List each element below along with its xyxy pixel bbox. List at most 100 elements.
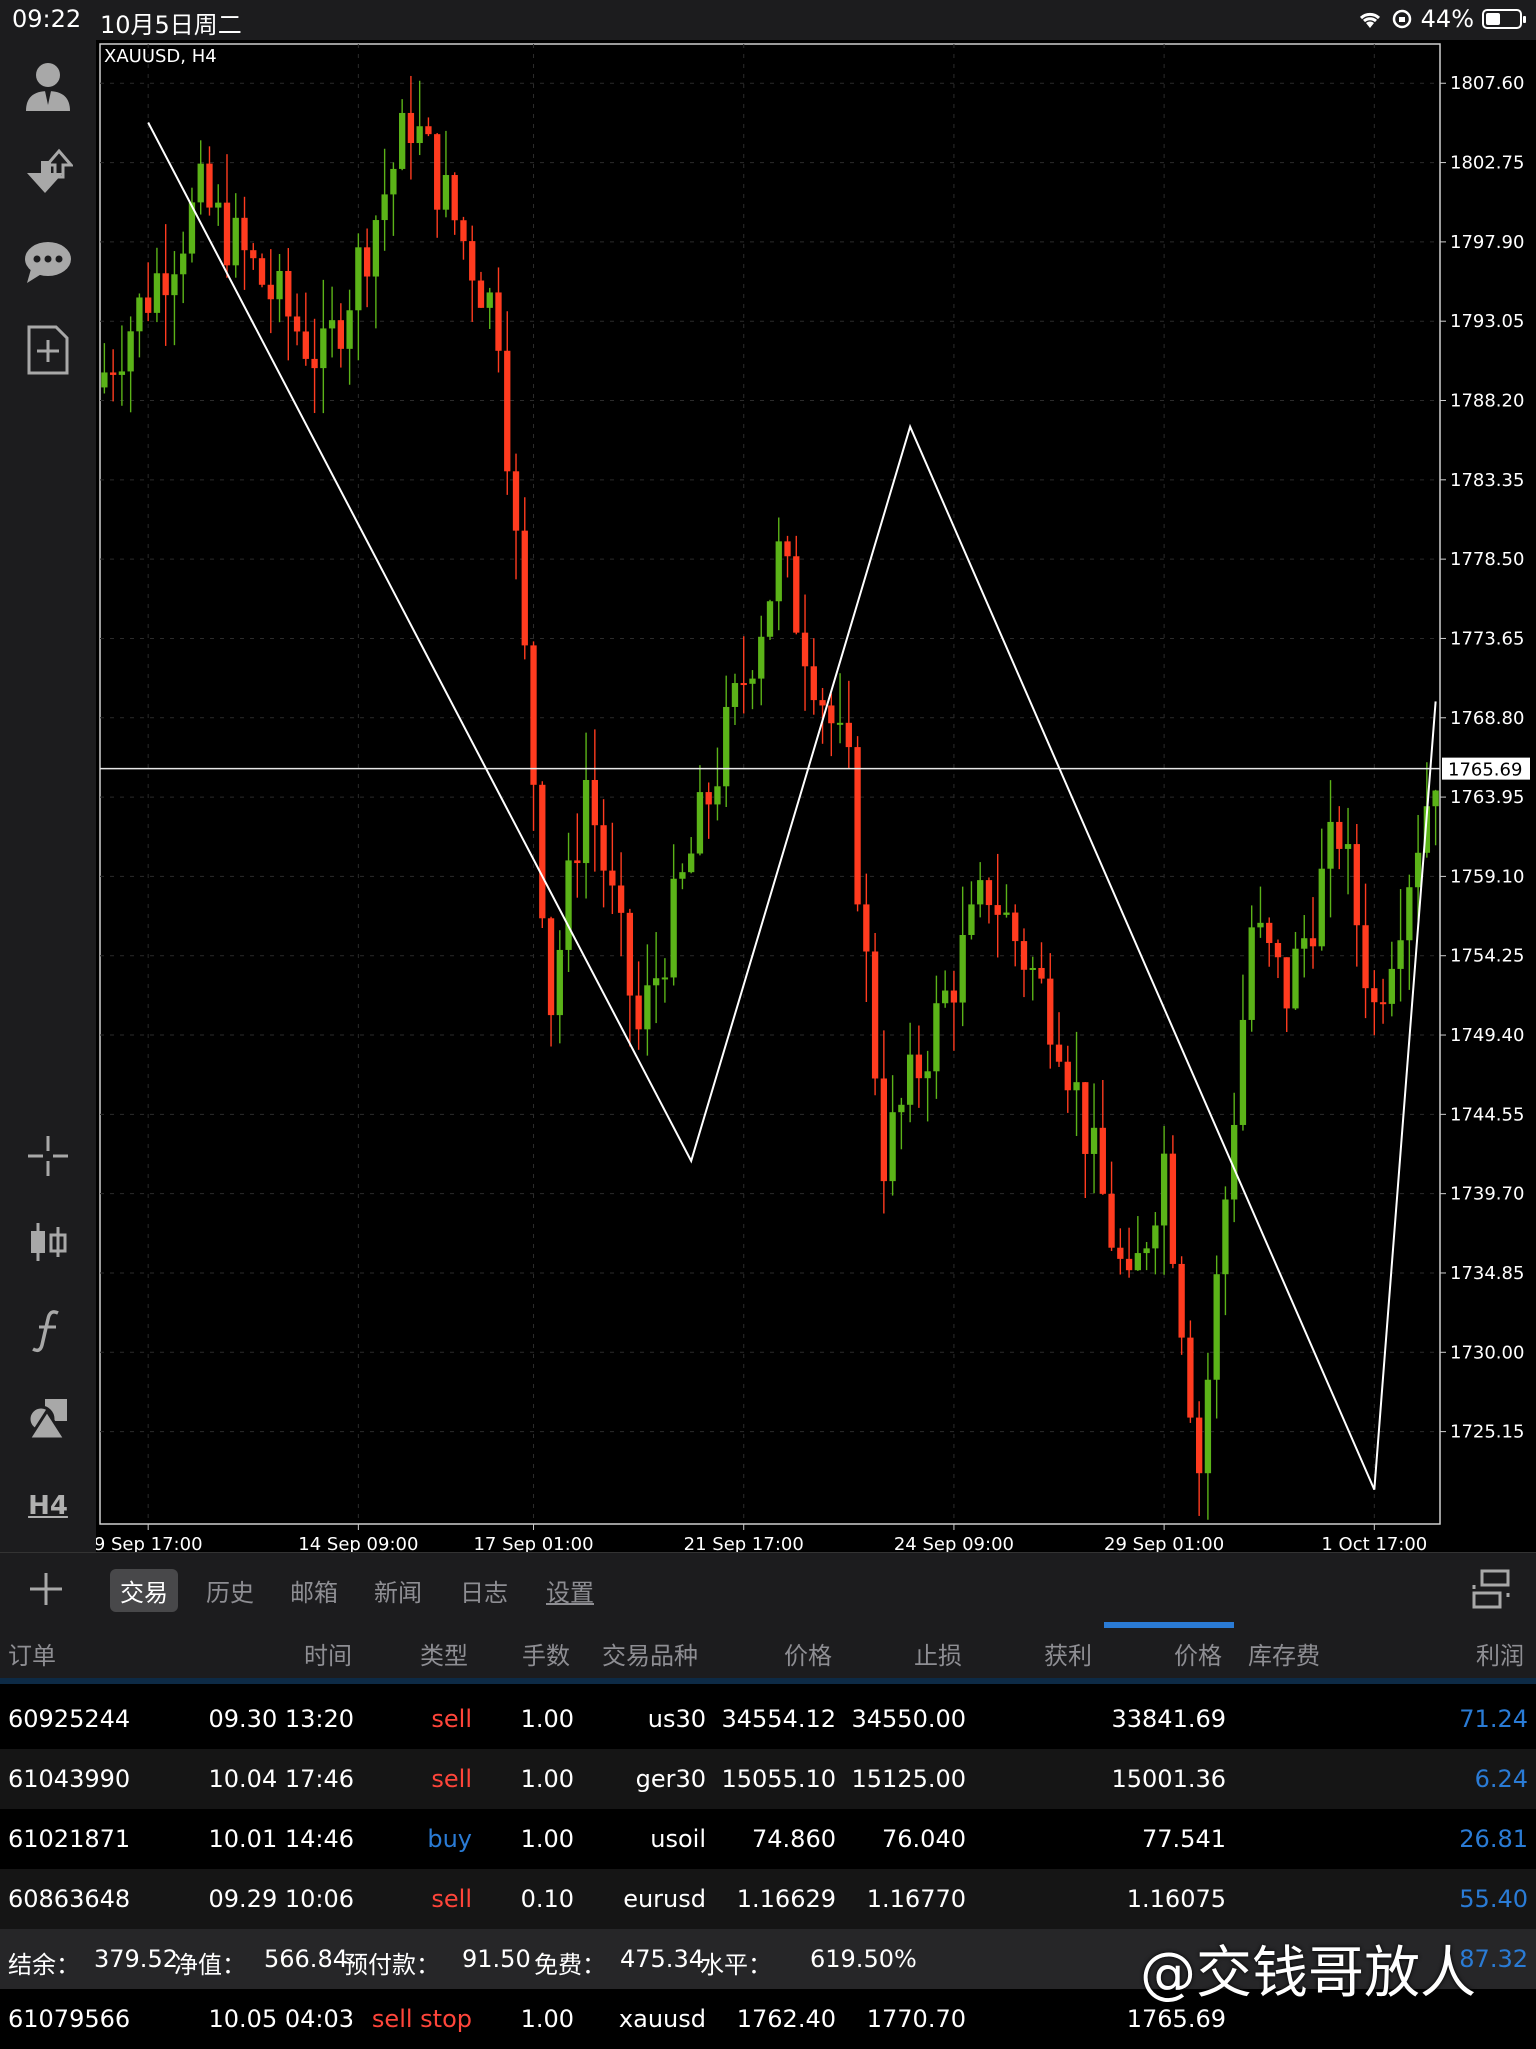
candle-body xyxy=(845,722,852,748)
order-price: 15055.10 xyxy=(721,1765,836,1793)
order-profit: 55.40 xyxy=(1459,1885,1528,1913)
order-id: 60925244 xyxy=(8,1705,131,1733)
order-id: 61021871 xyxy=(8,1825,131,1853)
order-sl: 1.16770 xyxy=(866,1885,966,1913)
order-time: 10.05 04:03 xyxy=(208,2005,355,2033)
free-margin-label: 免费： xyxy=(534,1951,606,1979)
col-sl: 止损 xyxy=(914,1642,962,1670)
candle-body xyxy=(1125,1258,1133,1271)
candle-body xyxy=(1432,790,1439,807)
crosshair-button[interactable] xyxy=(18,1126,78,1186)
buy-sell-arrows-icon xyxy=(27,148,73,193)
chart-type-button[interactable] xyxy=(18,1212,78,1272)
trade-button[interactable] xyxy=(18,144,78,204)
candle-body xyxy=(784,541,791,557)
order-current-price: 1.16075 xyxy=(1126,1885,1226,1913)
candle-body xyxy=(346,310,353,349)
candle-body xyxy=(679,872,686,879)
table-row[interactable]: 61043990 10.04 17:46 sell 1.00 ger30 150… xyxy=(0,1749,1536,1809)
candle-body xyxy=(959,934,966,1003)
timeframe-button[interactable]: H4 xyxy=(18,1476,78,1536)
candle-body xyxy=(381,194,388,221)
candle-body xyxy=(906,1054,914,1105)
candle-body xyxy=(1082,1082,1089,1154)
layout-icon[interactable] xyxy=(1470,1569,1512,1609)
candle-body xyxy=(793,556,800,633)
candle-body xyxy=(1012,912,1019,942)
candle-body xyxy=(425,126,432,135)
order-current-price: 77.541 xyxy=(1142,1825,1226,1853)
order-symbol: ger30 xyxy=(635,1765,706,1793)
order-price: 1.16629 xyxy=(736,1885,836,1913)
battery-percent: 44% xyxy=(1420,5,1474,33)
candlestick-icon xyxy=(31,1223,67,1261)
header-divider xyxy=(0,1678,1536,1684)
candle-body xyxy=(889,1112,896,1182)
candle-body xyxy=(136,297,143,332)
chart-canvas[interactable]: 1807.60 1802.75 1797.90 1793.05 1788.20 1783.… xyxy=(96,40,1536,1552)
order-time: 10.01 14:46 xyxy=(208,1825,355,1853)
tab-news[interactable]: 新闻 xyxy=(364,1569,432,1612)
candle-body xyxy=(328,320,336,329)
account-button[interactable] xyxy=(18,56,78,116)
candle-body xyxy=(977,880,984,905)
candle-body xyxy=(1353,844,1360,926)
candle-body xyxy=(197,163,204,203)
candle-body xyxy=(363,247,371,277)
candle-body xyxy=(819,700,826,706)
y-tick-label: 1807.60 xyxy=(1450,73,1524,94)
candle-body xyxy=(1117,1247,1124,1259)
candle-body xyxy=(688,853,695,873)
indicators-button[interactable] xyxy=(18,1300,78,1360)
order-current-price: 1765.69 xyxy=(1126,2005,1226,2033)
col-profit: 利润 xyxy=(1476,1642,1524,1670)
chart-sidebar: H4 xyxy=(0,40,96,1552)
objects-button[interactable] xyxy=(18,1388,78,1448)
tab-mailbox[interactable]: 邮箱 xyxy=(280,1569,348,1612)
tab-trade[interactable]: 交易 xyxy=(110,1569,178,1612)
current-price-label: 1765.69 xyxy=(1448,760,1522,781)
order-lots: 1.00 xyxy=(520,1765,574,1793)
candle-body xyxy=(407,112,415,144)
new-order-button[interactable] xyxy=(18,320,78,380)
order-symbol: usoil xyxy=(650,1825,706,1853)
candle-body xyxy=(1406,887,1413,941)
candle-body xyxy=(749,678,756,684)
tab-journal[interactable]: 日志 xyxy=(450,1569,518,1612)
status-time: 09:22 xyxy=(12,5,82,33)
status-bar: 09:22 10月5日周二 44% xyxy=(0,0,1536,40)
candle-body xyxy=(1029,967,1036,970)
candle-body xyxy=(547,918,555,1016)
order-symbol: us30 xyxy=(647,1705,706,1733)
candle-body xyxy=(276,270,283,300)
table-row[interactable]: 60863648 09.29 10:06 sell 0.10 eurusd 1.… xyxy=(0,1869,1536,1929)
price-chart[interactable]: 1807.60 1802.75 1797.90 1793.05 1788.20 1783.… xyxy=(96,40,1536,1552)
candle-body xyxy=(504,350,511,472)
order-type: buy xyxy=(427,1825,472,1853)
order-time: 09.29 10:06 xyxy=(208,1885,355,1913)
candle-body xyxy=(617,885,625,913)
x-tick-label: 21 Sep 17:00 xyxy=(684,1534,804,1552)
order-current-price: 33841.69 xyxy=(1111,1705,1226,1733)
candle-body xyxy=(206,163,213,208)
table-row-pending[interactable]: 61079566 10.05 04:03 sell stop 1.00 xauu… xyxy=(0,1989,1536,2049)
chat-button[interactable] xyxy=(18,232,78,292)
tab-settings[interactable]: 设置 xyxy=(536,1569,604,1612)
candle-body xyxy=(101,372,108,388)
order-current-price: 15001.36 xyxy=(1111,1765,1226,1793)
y-tick-label: 1734.85 xyxy=(1450,1263,1524,1284)
tab-history[interactable]: 历史 xyxy=(196,1569,264,1612)
wifi-icon xyxy=(1359,12,1380,28)
add-icon[interactable] xyxy=(28,1571,64,1607)
candle-body xyxy=(285,270,292,317)
y-tick-label: 1763.95 xyxy=(1450,787,1524,808)
candle-body xyxy=(1248,927,1255,1020)
col-price: 价格 xyxy=(784,1642,832,1670)
order-profit: 71.24 xyxy=(1459,1705,1528,1733)
candle-body xyxy=(1414,852,1422,888)
candle-body xyxy=(609,870,616,886)
candle-body xyxy=(942,990,949,1004)
table-row[interactable]: 61021871 10.01 14:46 buy 1.00 usoil 74.8… xyxy=(0,1809,1536,1869)
table-row[interactable]: 60925244 09.30 13:20 sell 1.00 us30 3455… xyxy=(0,1689,1536,1749)
order-time: 09.30 13:20 xyxy=(208,1705,355,1733)
